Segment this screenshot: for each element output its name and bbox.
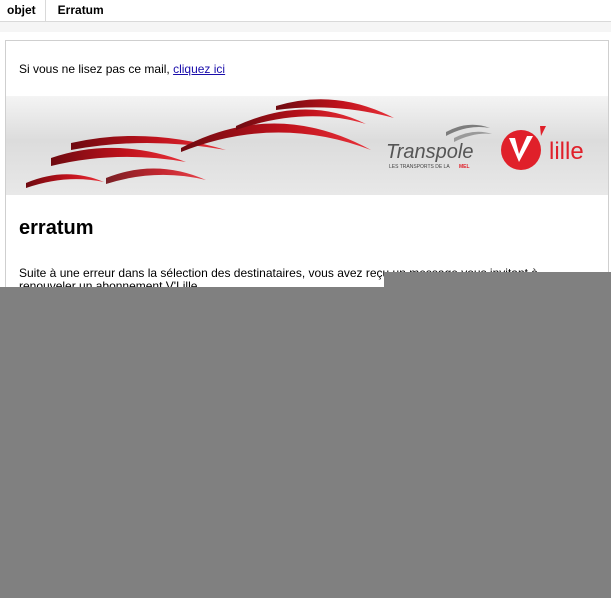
transpole-tagline: LES TRANSPORTS DE LA [389, 164, 450, 170]
swoosh-2 [51, 147, 186, 166]
transpole-tagline-mel: MEL [459, 164, 470, 170]
banner-graphic: Transpole LES TRANSPORTS DE LA MEL lille [26, 99, 584, 188]
swoosh-1 [26, 174, 104, 188]
vlille-wordmark: lille [549, 138, 584, 165]
preheader-text: Si vous ne lisez pas ce mail, [19, 62, 174, 76]
grey-overlay-lower [0, 287, 611, 598]
subject-label: objet [0, 0, 46, 21]
swoosh-4 [181, 123, 371, 152]
subject-value: Erratum [57, 3, 104, 17]
transpole-name: Transpole [386, 141, 473, 163]
header-gap [0, 22, 611, 32]
view-online-link[interactable]: cliquez ici [173, 62, 225, 76]
preheader: Si vous ne lisez pas ce mail, cliquez ic… [19, 62, 225, 76]
email-header: objet Erratum [0, 0, 611, 22]
email-heading: erratum [19, 217, 94, 239]
swoosh-7 [106, 168, 206, 184]
banner-image: Transpole LES TRANSPORTS DE LA MEL lille [6, 96, 608, 195]
